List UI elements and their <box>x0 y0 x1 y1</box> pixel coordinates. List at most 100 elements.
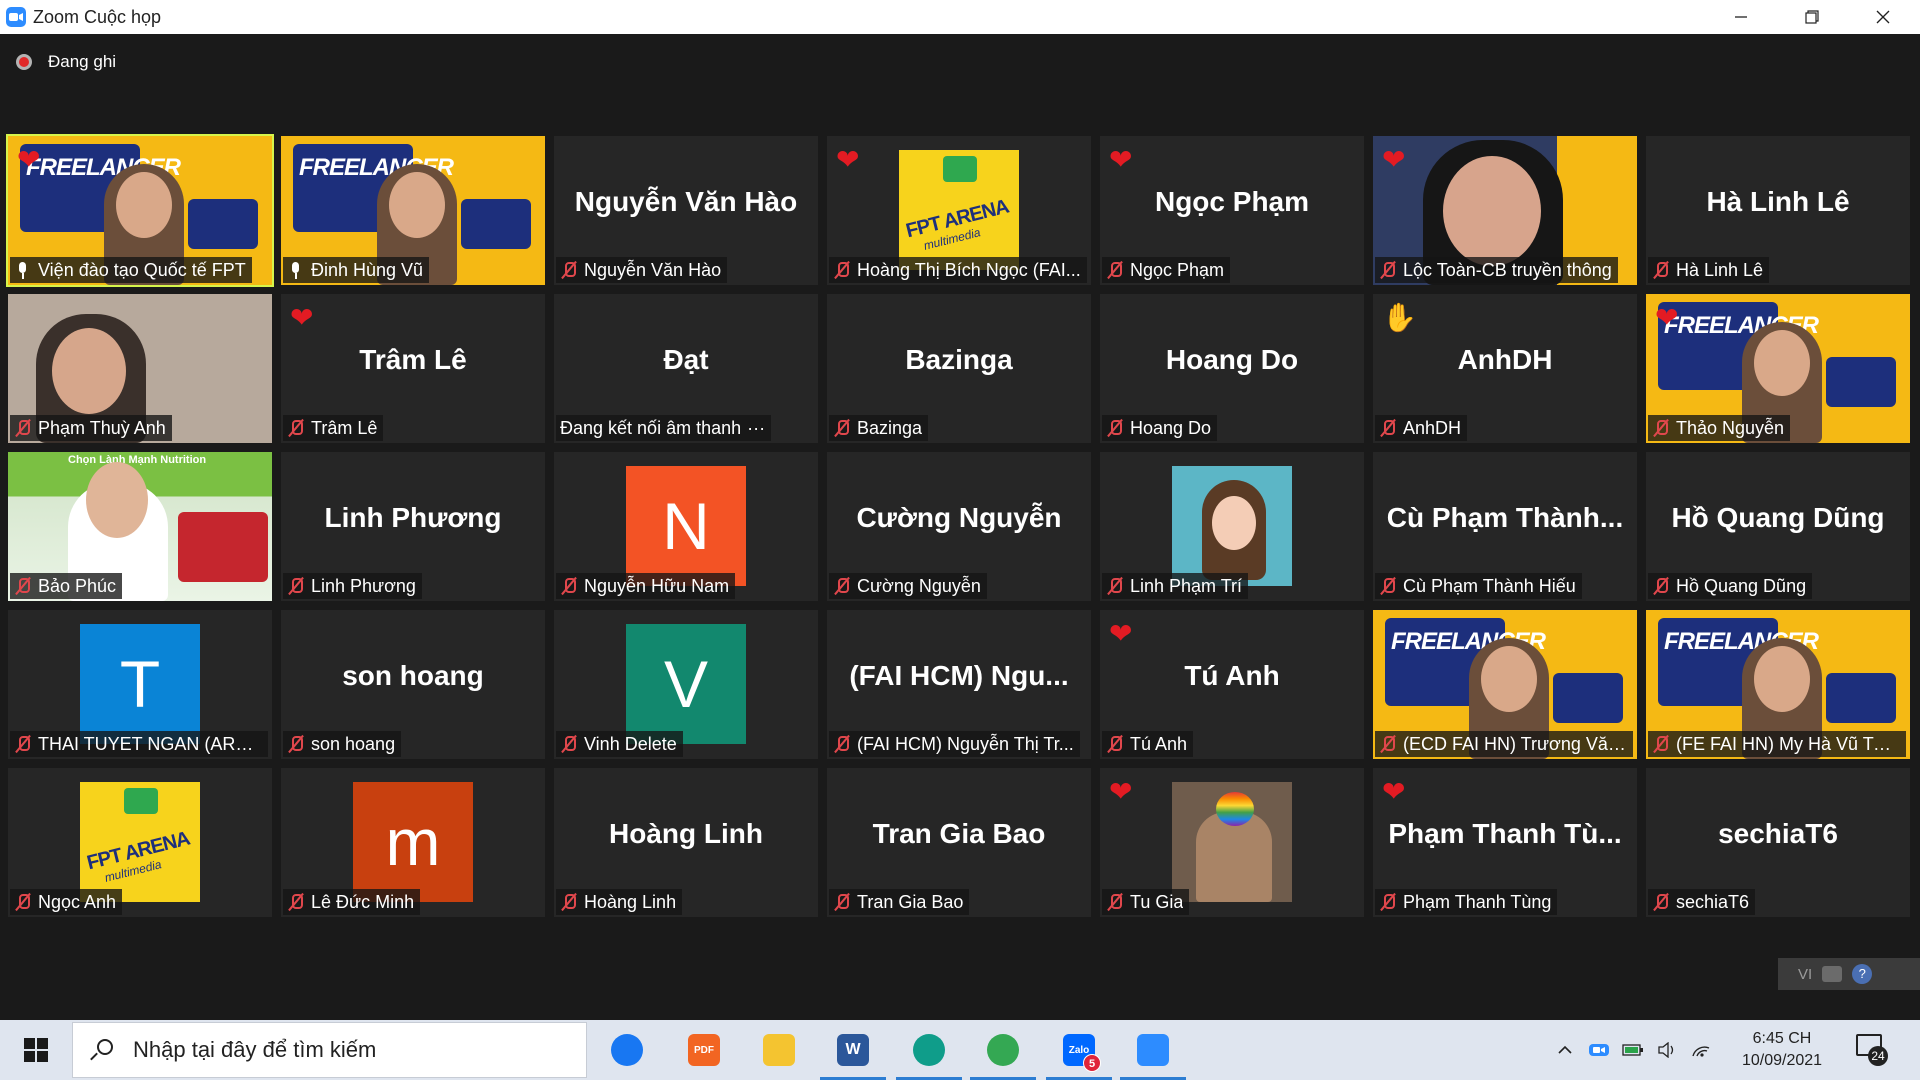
participant-tile[interactable]: Chọn Lành Mạnh Nutrition Bảo Phúc <box>8 452 272 601</box>
keyboard-icon[interactable] <box>1822 966 1843 982</box>
mic-muted-icon <box>560 734 578 754</box>
participant-tile[interactable]: N Nguyễn Hữu Nam <box>554 452 818 601</box>
participant-tile[interactable]: Tran Gia Bao Tran Gia Bao <box>827 768 1091 917</box>
mic-muted-icon <box>287 576 305 596</box>
language-indicator[interactable]: VI <box>1798 966 1812 983</box>
taskbar-app-edge[interactable] <box>892 1020 966 1080</box>
participant-display-name: Đạt <box>663 344 709 375</box>
volume-icon[interactable] <box>1652 1020 1682 1080</box>
participant-name-tag: Nguyễn Văn Hào <box>556 257 728 283</box>
participant-tile[interactable]: Hà Linh Lê Hà Linh Lê <box>1646 136 1910 285</box>
mic-muted-icon <box>14 418 32 438</box>
taskbar-app-messenger[interactable] <box>590 1020 664 1080</box>
participant-tile[interactable]: Đạt Đang kết nối âm thanh ··· <box>554 294 818 443</box>
participant-tile[interactable]: Hoang Do Hoang Do <box>1100 294 1364 443</box>
help-icon[interactable]: ? <box>1852 964 1873 984</box>
clock-time: 6:45 CH <box>1752 1030 1812 1047</box>
participant-display-name: son hoang <box>342 660 484 691</box>
participant-tile[interactable]: Nguyễn Văn Hào Nguyễn Văn Hào <box>554 136 818 285</box>
close-button[interactable] <box>1848 0 1918 34</box>
taskbar-clock[interactable]: 6:45 CH 10/09/2021 <box>1724 1028 1840 1072</box>
heart-reaction-icon: ❤ <box>1109 776 1133 807</box>
mic-muted-icon <box>287 734 305 754</box>
participant-display-name: Cù Phạm Thành... <box>1386 502 1624 533</box>
recording-indicator[interactable]: Đang ghi <box>16 52 116 72</box>
battery-icon[interactable] <box>1618 1020 1648 1080</box>
participant-display-name: Cường Nguyễn <box>856 502 1062 533</box>
mic-muted-icon <box>14 576 32 596</box>
mic-muted-icon <box>1652 260 1670 280</box>
participant-tile[interactable]: Trâm Lê ❤ Trâm Lê <box>281 294 545 443</box>
language-toolbar[interactable]: VI ? <box>1778 958 1920 990</box>
participant-name: Hoang Do <box>1130 418 1212 438</box>
participant-name: Nguyễn Văn Hào <box>584 260 722 280</box>
participant-tile[interactable]: FREELANCER (FE FAI HN) My Hà Vũ Tuy... <box>1646 610 1910 759</box>
participant-tile[interactable]: Hoàng Linh Hoàng Linh <box>554 768 818 917</box>
participant-tile[interactable]: Phạm Thanh Tù... ❤ Phạm Thanh Tùng <box>1373 768 1637 917</box>
participant-tile[interactable]: son hoang son hoang <box>281 610 545 759</box>
participant-name: Cù Phạm Thành Hiếu <box>1403 576 1576 596</box>
mic-muted-icon <box>560 892 578 912</box>
participant-tile[interactable]: ❤ Lộc Toàn-CB truyền thông <box>1373 136 1637 285</box>
participant-tile[interactable]: FPT ARENA multimedia ❤ Hoàng Thị Bích Ngọc … <box>827 136 1091 285</box>
action-center-button[interactable]: 24 <box>1856 1034 1888 1066</box>
participant-tile[interactable]: Hồ Quang Dũng Hồ Quang Dũng <box>1646 452 1910 601</box>
minimize-button[interactable] <box>1706 0 1776 34</box>
participant-tile[interactable]: FREELANCER ❤ Thảo Nguyễn <box>1646 294 1910 443</box>
mic-muted-icon <box>1379 260 1397 280</box>
participant-tile[interactable]: Linh Phạm Trí <box>1100 452 1364 601</box>
heart-reaction-icon: ❤ <box>1109 144 1133 175</box>
taskbar-app-chrome[interactable] <box>966 1020 1040 1080</box>
participant-tile[interactable]: Ngọc Phạm ❤ Ngọc Phạm <box>1100 136 1364 285</box>
taskbar-app-file-explorer[interactable] <box>742 1020 816 1080</box>
participant-name-tag: Cường Nguyễn <box>829 573 987 599</box>
clock-date: 10/09/2021 <box>1741 1052 1823 1069</box>
mic-muted-icon <box>1652 576 1670 596</box>
participant-name: Đinh Hùng Vũ <box>311 260 424 280</box>
taskbar-app-word[interactable]: W <box>816 1020 890 1080</box>
participant-tile[interactable]: Linh Phương Linh Phương <box>281 452 545 601</box>
participant-tile[interactable]: T THAI TUYET NGAN (AREN... <box>8 610 272 759</box>
mic-muted-icon <box>1379 892 1397 912</box>
participant-tile[interactable]: V Vinh Delete <box>554 610 818 759</box>
window-titlebar: Zoom Cuộc họp <box>0 0 1920 34</box>
taskbar-app-zalo[interactable]: Zalo 5 <box>1042 1020 1116 1080</box>
participant-display-name: Ngọc Phạm <box>1154 186 1310 217</box>
mic-muted-icon <box>1379 734 1397 754</box>
restore-button[interactable] <box>1777 0 1847 34</box>
taskbar-search-box[interactable]: Nhập tại đây để tìm kiếm <box>72 1022 587 1078</box>
participant-tile[interactable]: Phạm Thuỳ Anh <box>8 294 272 443</box>
participant-name: Tú Anh <box>1130 734 1188 754</box>
zoom-tray-icon[interactable] <box>1584 1020 1614 1080</box>
participant-tile[interactable]: Bazinga Bazinga <box>827 294 1091 443</box>
mic-muted-icon <box>1106 892 1124 912</box>
participant-display-name: sechiaT6 <box>1718 818 1838 849</box>
participant-tile[interactable]: FREELANCER ❤ Viện đào tạo Quốc tế FPT <box>6 134 274 287</box>
start-button[interactable] <box>0 1020 72 1080</box>
participant-tile[interactable]: sechiaT6 sechiaT6 <box>1646 768 1910 917</box>
show-hidden-icons-chevron-icon[interactable] <box>1550 1020 1580 1080</box>
mic-muted-icon <box>1106 260 1124 280</box>
participant-name: Bảo Phúc <box>38 576 117 596</box>
taskbar-app-pdf[interactable]: PDF <box>667 1020 741 1080</box>
participant-name: Lê Đức Minh <box>311 892 415 912</box>
profile-picture <box>1172 782 1292 902</box>
participant-tile[interactable]: FREELANCER Đinh Hùng Vũ <box>281 136 545 285</box>
participant-name-tag: Đinh Hùng Vũ <box>283 257 430 283</box>
participant-name-tag: Trâm Lê <box>283 415 384 441</box>
participant-tile[interactable]: ❤ Tu Gia <box>1100 768 1364 917</box>
participant-name: (FE FAI HN) My Hà Vũ Tuy... <box>1676 734 1900 754</box>
participant-display-name: AnhDH <box>1457 344 1553 375</box>
profile-picture <box>1172 466 1292 586</box>
participant-tile[interactable]: Cường Nguyễn Cường Nguyễn <box>827 452 1091 601</box>
wifi-icon[interactable] <box>1686 1020 1716 1080</box>
participant-tile[interactable]: FREELANCER (ECD FAI HN) Trương Văn Hải <box>1373 610 1637 759</box>
participant-tile[interactable]: AnhDH ✋ AnhDH <box>1373 294 1637 443</box>
participant-tile[interactable]: Cù Phạm Thành... Cù Phạm Thành Hiếu <box>1373 452 1637 601</box>
participant-tile[interactable]: Tú Anh ❤ Tú Anh <box>1100 610 1364 759</box>
participant-display-name: Trâm Lê <box>359 344 467 375</box>
taskbar-app-zoom[interactable] <box>1116 1020 1190 1080</box>
participant-tile[interactable]: m Lê Đức Minh <box>281 768 545 917</box>
participant-tile[interactable]: FPT ARENA multimedia Ngọc Anh <box>8 768 272 917</box>
participant-tile[interactable]: (FAI HCM) Ngu... (FAI HCM) Nguyễn Thị Tr.… <box>827 610 1091 759</box>
